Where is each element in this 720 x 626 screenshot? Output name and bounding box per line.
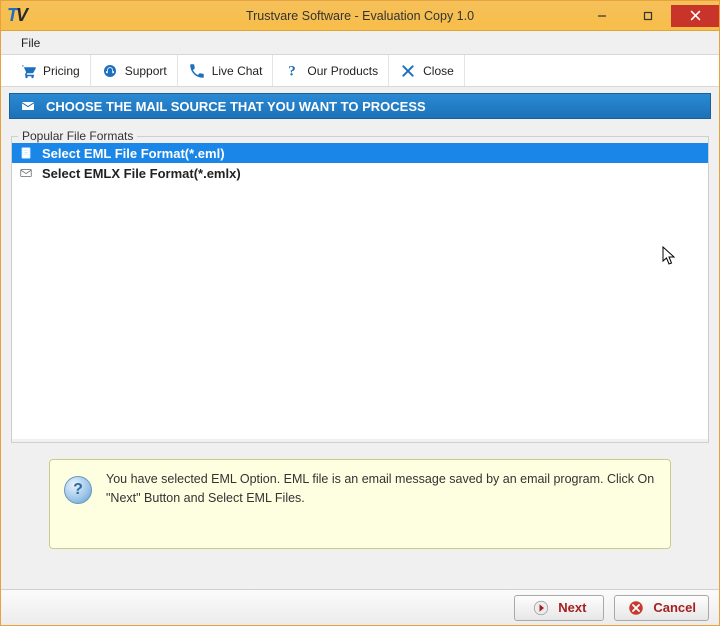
info-panel: ? You have selected EML Option. EML file…: [49, 459, 671, 549]
cancel-icon: [627, 599, 645, 617]
app-logo-icon: TV: [7, 5, 26, 26]
format-item-eml[interactable]: Select EML File Format(*.eml): [12, 143, 708, 163]
headset-icon: [101, 62, 119, 80]
next-button[interactable]: Next: [514, 595, 604, 621]
minimize-button[interactable]: [579, 5, 625, 27]
cart-icon: [19, 62, 37, 80]
cancel-button[interactable]: Cancel: [614, 595, 709, 621]
toolbar-pricing-button[interactable]: Pricing: [9, 55, 91, 86]
toolbar-label: Live Chat: [212, 64, 263, 78]
footer-bar: Next Cancel: [1, 589, 719, 625]
toolbar-label: Close: [423, 64, 454, 78]
maximize-button[interactable]: [625, 5, 671, 27]
file-icon: [18, 145, 34, 161]
formats-list[interactable]: Select EML File Format(*.eml) Select EML…: [12, 143, 708, 439]
toolbar-label: Support: [125, 64, 167, 78]
toolbar-livechat-button[interactable]: Live Chat: [178, 55, 274, 86]
toolbar-label: Our Products: [307, 64, 378, 78]
toolbar: Pricing Support Live Chat ? Our Products…: [1, 55, 719, 87]
app-window: TV Trustvare Software - Evaluation Copy …: [0, 0, 720, 626]
close-window-button[interactable]: [671, 5, 719, 27]
button-label: Next: [558, 600, 586, 615]
toolbar-close-button[interactable]: Close: [389, 55, 465, 86]
toolbar-label: Pricing: [43, 64, 80, 78]
mail-icon: [20, 98, 36, 114]
arrow-right-icon: [532, 599, 550, 617]
format-item-label: Select EML File Format(*.eml): [42, 146, 225, 161]
toolbar-ourproducts-button[interactable]: ? Our Products: [273, 55, 389, 86]
envelope-icon: [18, 165, 34, 181]
step-banner: CHOOSE THE MAIL SOURCE THAT YOU WANT TO …: [9, 93, 711, 119]
phone-icon: [188, 62, 206, 80]
format-item-emlx[interactable]: Select EMLX File Format(*.emlx): [12, 163, 708, 183]
formats-fieldset: Popular File Formats Select EML File For…: [11, 129, 709, 443]
info-text: You have selected EML Option. EML file i…: [106, 470, 656, 508]
button-label: Cancel: [653, 600, 696, 615]
banner-text: CHOOSE THE MAIL SOURCE THAT YOU WANT TO …: [46, 99, 426, 114]
question-icon: ?: [283, 62, 301, 80]
x-icon: [399, 62, 417, 80]
svg-text:?: ?: [289, 63, 297, 79]
menu-file[interactable]: File: [13, 33, 48, 53]
menu-bar: File: [1, 31, 719, 55]
format-item-label: Select EMLX File Format(*.emlx): [42, 166, 241, 181]
title-bar: TV Trustvare Software - Evaluation Copy …: [1, 1, 719, 31]
formats-legend: Popular File Formats: [18, 129, 137, 143]
help-icon: ?: [64, 476, 92, 504]
content-area: Popular File Formats Select EML File For…: [11, 129, 709, 443]
toolbar-support-button[interactable]: Support: [91, 55, 178, 86]
window-controls: [579, 5, 719, 27]
